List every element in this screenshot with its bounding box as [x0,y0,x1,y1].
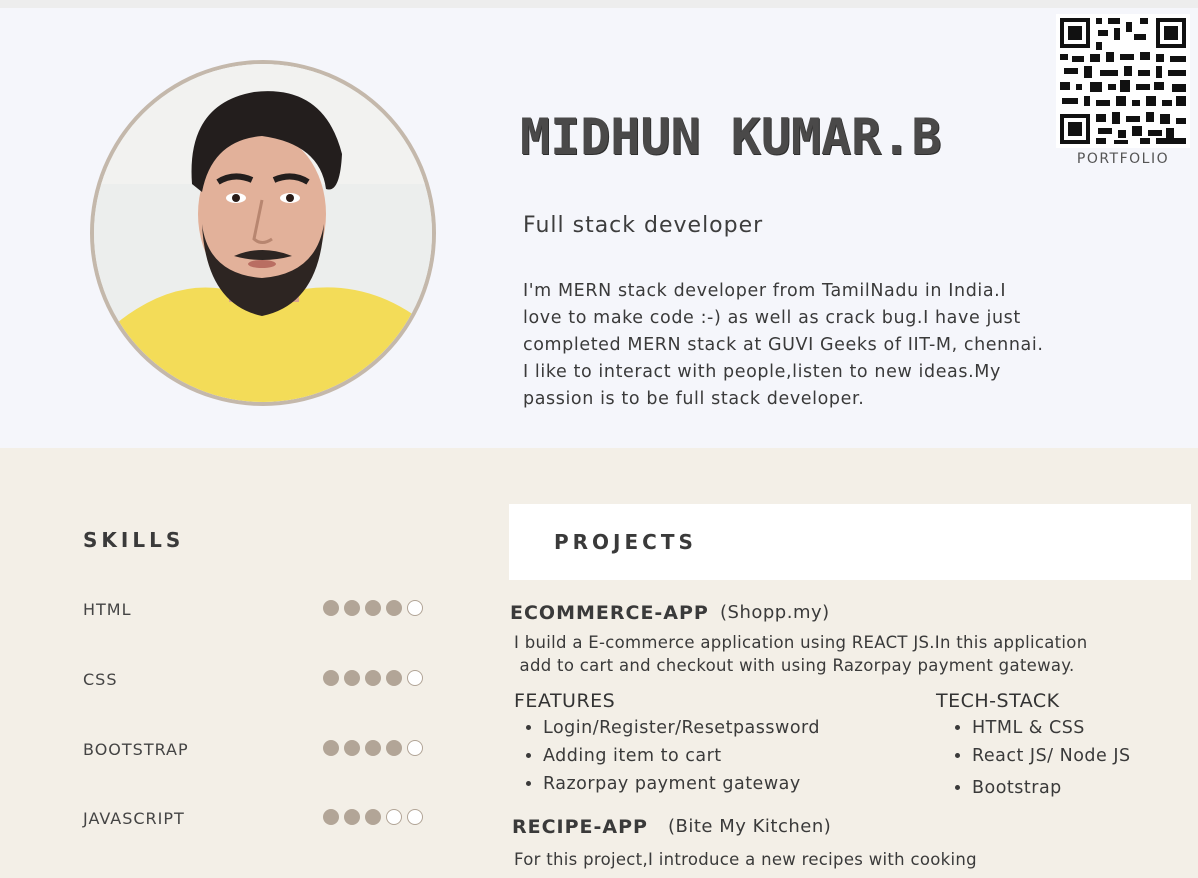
skill-label: JAVASCRIPT [83,809,185,828]
list-item: Razorpay payment gateway [543,770,820,798]
list-item: Bootstrap [972,774,1131,802]
projects-header: PROJECTS [509,504,1191,580]
list-item: Login/Register/Resetpassword [543,714,820,742]
project-subtitle-recipe: (Bite My Kitchen) [668,816,832,837]
rating-dot-filled [344,809,360,825]
rating-dot-filled [344,600,360,616]
rating-dot-empty [407,740,423,756]
features-heading: FEATURES [514,690,616,712]
desc-line: For this project,I introduce a new recip… [514,850,977,869]
project-subtitle-ecommerce: (Shopp.my) [720,602,830,623]
list-item: Adding item to cart [543,742,820,770]
skill-row-css: CSS [83,668,453,692]
about-line: I'm MERN stack developer from TamilNadu … [523,281,1007,301]
skill-row-html: HTML [83,598,453,622]
skill-row-javascript: JAVASCRIPT [83,807,453,831]
profile-about: I'm MERN stack developer from TamilNadu … [523,278,1098,413]
rating-dot-empty [407,809,423,825]
profile-avatar [90,60,436,406]
about-line: completed MERN stack at GUVI Geeks of II… [523,335,1044,355]
tech-stack-heading: TECH-STACK [936,690,1060,712]
rating-dot-filled [323,740,339,756]
rating-dot-filled [365,670,381,686]
rating-dot-filled [344,740,360,756]
profile-name: MIDHUN KUMAR.B [520,108,942,166]
skill-rating [323,600,428,619]
resume-page: MIDHUN KUMAR.B Full stack developer I'm … [0,8,1198,878]
project-title-recipe: RECIPE-APP [512,816,648,838]
rating-dot-filled [365,600,381,616]
rating-dot-filled [323,809,339,825]
projects-title: PROJECTS [554,530,697,554]
features-list: Login/Register/Resetpassword Adding item… [515,714,820,798]
skill-row-bootstrap: BOOTSTRAP [83,738,453,762]
skill-label: CSS [83,670,118,689]
rating-dot-filled [386,600,402,616]
about-line: I like to interact with people,listen to… [523,362,1001,382]
profile-photo [94,64,432,402]
desc-line: add to cart and checkout with using Razo… [514,656,1075,675]
rating-dot-filled [323,600,339,616]
profile-role: Full stack developer [523,213,764,238]
rating-dot-empty [407,670,423,686]
skill-rating [323,670,428,689]
skills-title: SKILLS [83,528,185,552]
list-item: React JS/ Node JS [972,742,1131,770]
rating-dot-filled [344,670,360,686]
list-item: HTML & CSS [972,714,1131,742]
desc-line: I build a E-commerce application using R… [514,633,1088,652]
project-desc-ecommerce: I build a E-commerce application using R… [514,631,1087,677]
rating-dot-filled [386,740,402,756]
skill-label: HTML [83,600,132,619]
rating-dot-filled [323,670,339,686]
project-title-ecommerce: ECOMMERCE-APP [510,602,709,624]
rating-dot-filled [365,740,381,756]
portfolio-qr-code[interactable] [1056,14,1190,148]
qr-label: PORTFOLIO [1076,151,1170,167]
tech-stack-list: HTML & CSS React JS/ Node JS Bootstrap [944,714,1131,802]
about-line: passion is to be full stack developer. [523,389,865,409]
project-desc-recipe: For this project,I introduce a new recip… [514,848,977,871]
rating-dot-filled [365,809,381,825]
rating-dot-filled [386,670,402,686]
skill-rating [323,740,428,759]
skill-label: BOOTSTRAP [83,740,189,759]
qr-code-icon [1056,14,1190,148]
rating-dot-empty [386,809,402,825]
person-illustration [94,64,432,402]
rating-dot-empty [407,600,423,616]
about-line: love to make code :-) as well as crack b… [523,308,1021,328]
skill-rating [323,809,428,828]
